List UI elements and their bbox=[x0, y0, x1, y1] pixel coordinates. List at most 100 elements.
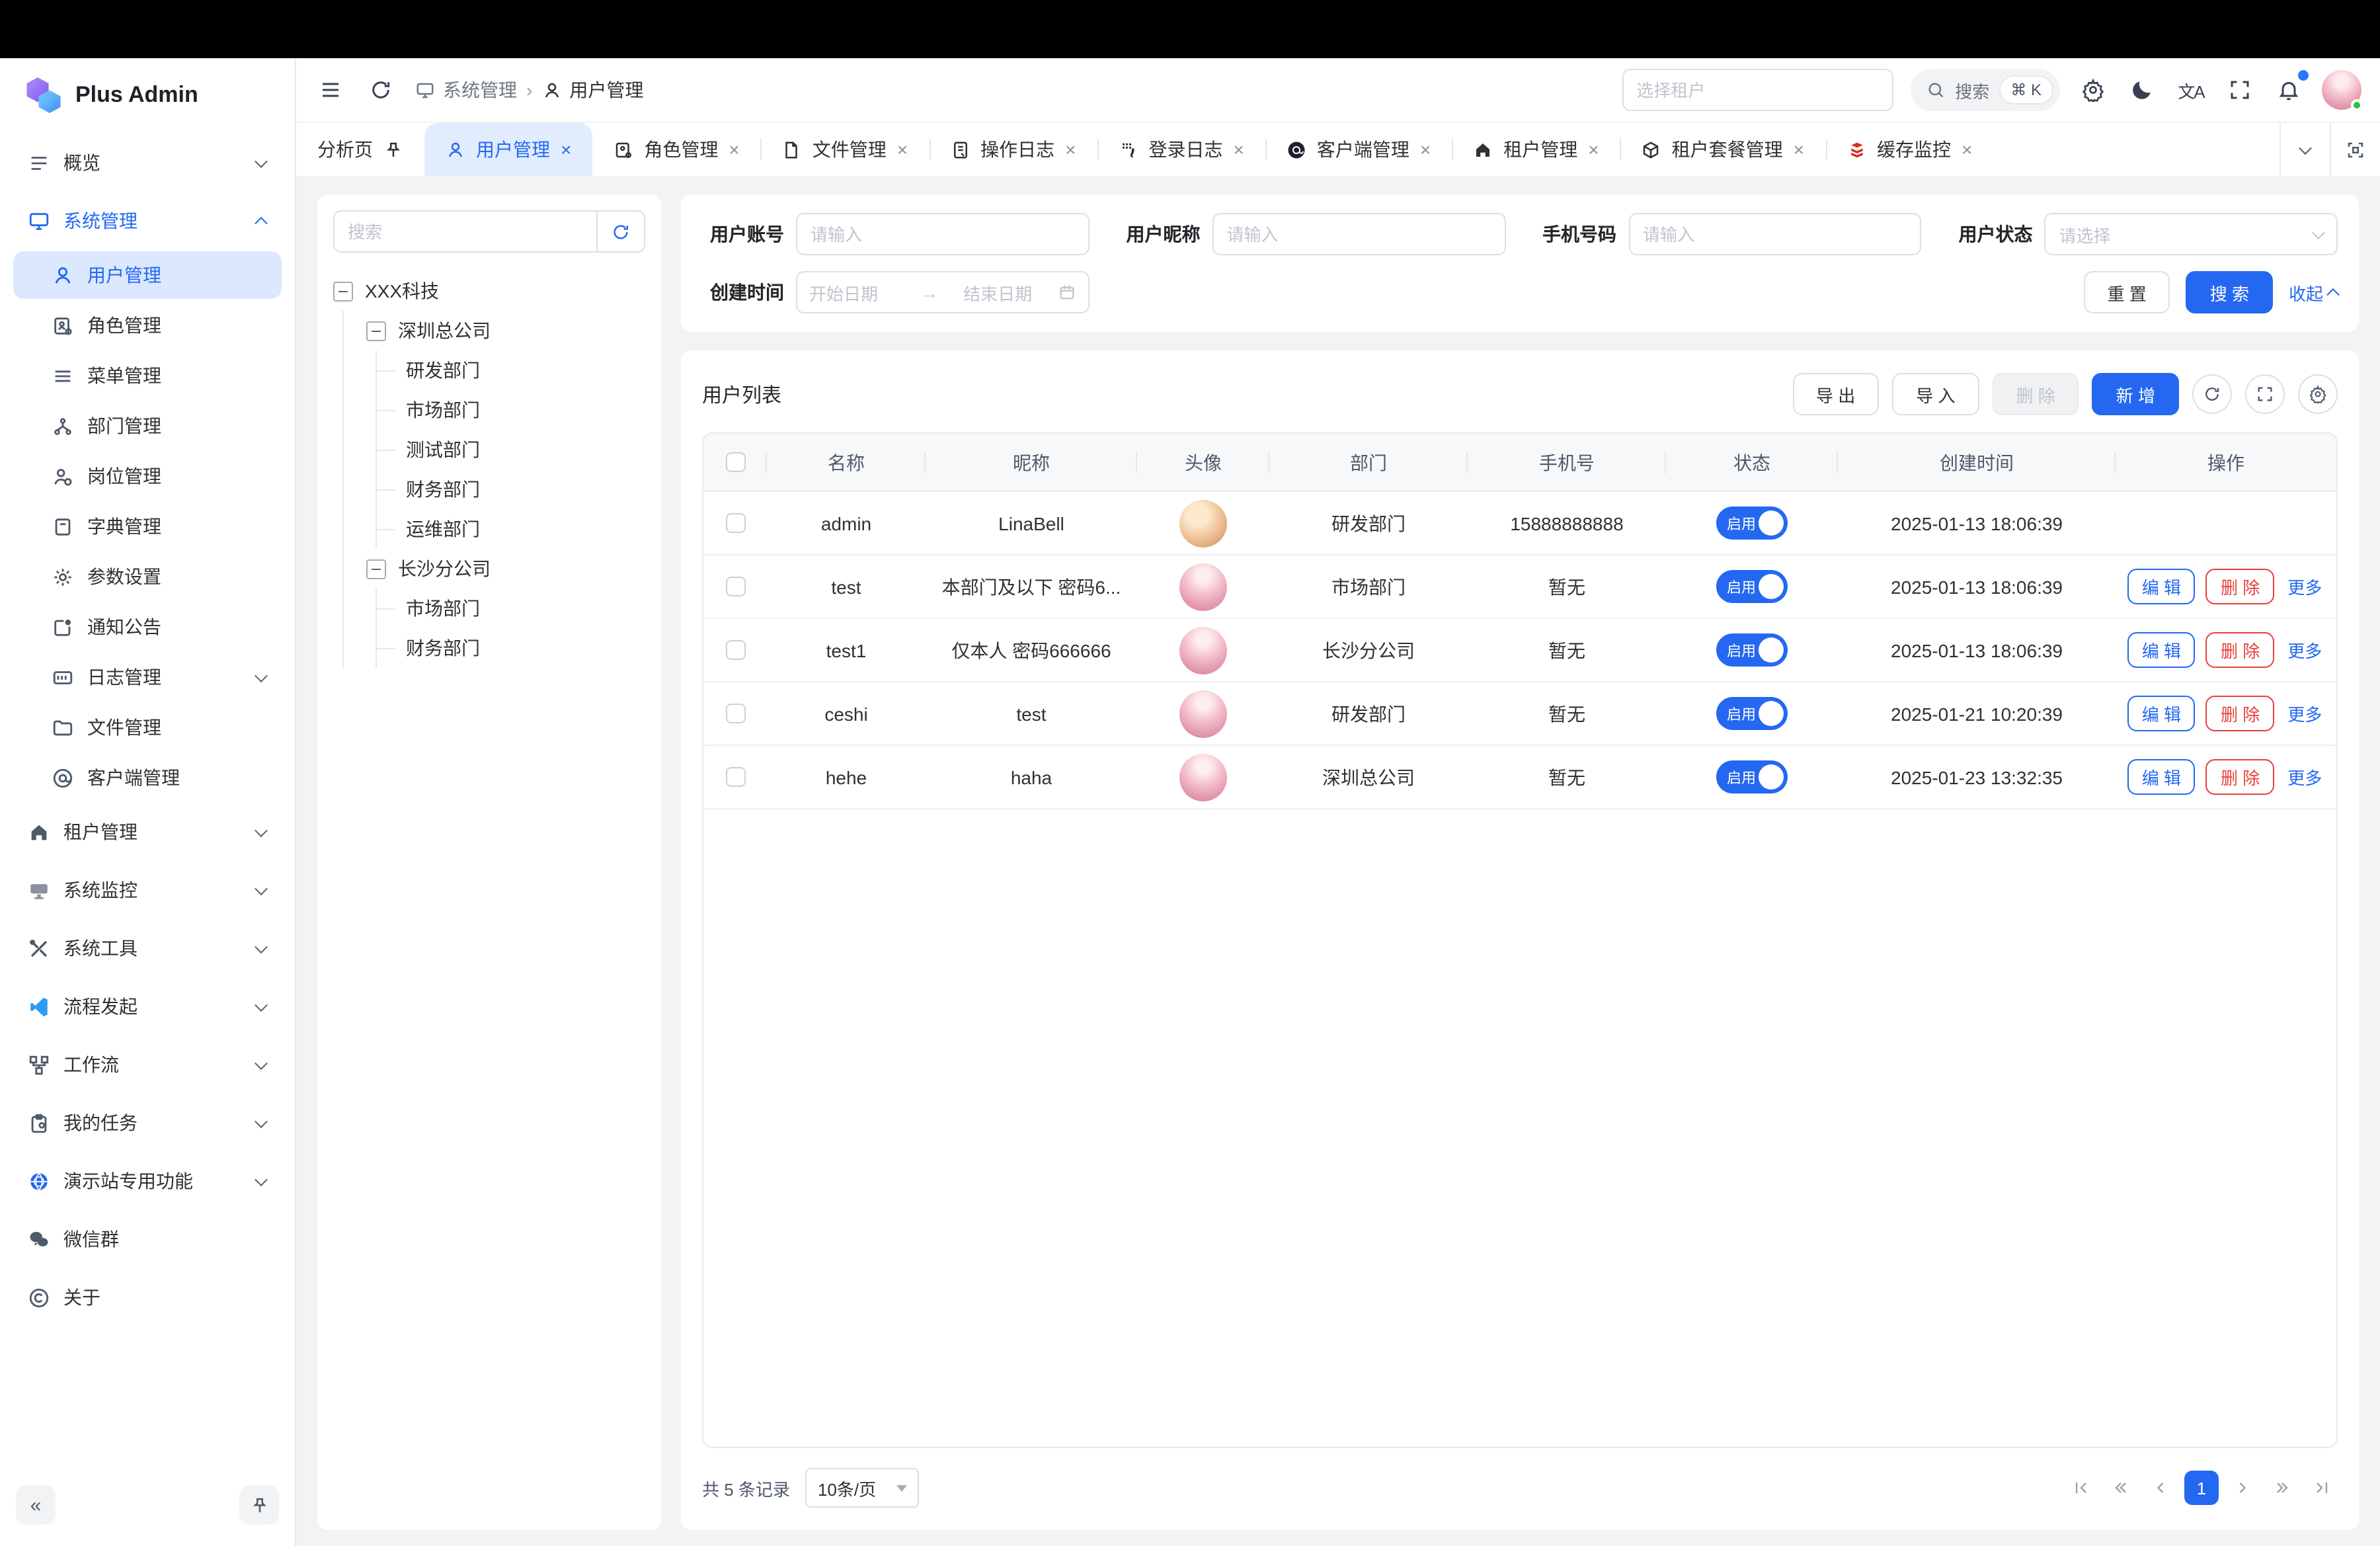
export-button[interactable]: 导 出 bbox=[1792, 373, 1879, 415]
status-toggle[interactable]: 启用 bbox=[1716, 633, 1788, 667]
tree-search-input[interactable] bbox=[335, 222, 596, 241]
close-icon[interactable]: × bbox=[561, 140, 571, 159]
refresh-page-button[interactable] bbox=[365, 74, 397, 106]
tab-client-management[interactable]: 客户端管理 × bbox=[1265, 123, 1452, 176]
settings-button[interactable] bbox=[2077, 74, 2109, 106]
reset-button[interactable]: 重 置 bbox=[2083, 271, 2170, 313]
tree-node-leaf[interactable]: 财务部门 bbox=[377, 469, 645, 509]
tree-refresh-button[interactable] bbox=[596, 212, 644, 251]
sidebar-item-about[interactable]: 关于 bbox=[13, 1270, 282, 1325]
more-button[interactable]: 更多 bbox=[2285, 759, 2324, 795]
status-toggle[interactable]: 启用 bbox=[1716, 507, 1788, 540]
global-search-button[interactable]: 搜索 ⌘ K bbox=[1910, 69, 2060, 111]
edit-button[interactable]: 编 辑 bbox=[2127, 759, 2196, 795]
edit-button[interactable]: 编 辑 bbox=[2127, 569, 2196, 604]
delete-row-button[interactable]: 删 除 bbox=[2206, 569, 2274, 604]
sidebar-item-dict-management[interactable]: 字典管理 bbox=[13, 503, 282, 550]
delete-button[interactable]: 删 除 bbox=[1993, 373, 2079, 415]
breadcrumb-item-system[interactable]: 系统管理 bbox=[415, 77, 517, 103]
notifications-button[interactable] bbox=[2273, 74, 2305, 106]
fullscreen-button[interactable] bbox=[2224, 74, 2256, 106]
sidebar-item-post-management[interactable]: 岗位管理 bbox=[13, 452, 282, 500]
row-checkbox[interactable] bbox=[725, 640, 745, 660]
sidebar-pin-button[interactable] bbox=[239, 1485, 279, 1525]
close-icon[interactable]: × bbox=[897, 140, 908, 159]
prev-page-button[interactable] bbox=[2145, 1472, 2176, 1504]
collapse-box-icon[interactable] bbox=[366, 321, 386, 341]
close-icon[interactable]: × bbox=[1065, 140, 1076, 159]
tenant-select-input[interactable] bbox=[1622, 69, 1893, 111]
last-page-button[interactable] bbox=[2306, 1472, 2338, 1504]
tree-node-leaf[interactable]: 测试部门 bbox=[377, 430, 645, 469]
tab-operation-log[interactable]: 操作日志 × bbox=[929, 123, 1097, 176]
table-refresh-button[interactable] bbox=[2192, 374, 2232, 414]
app-logo[interactable]: Plus Admin bbox=[13, 58, 282, 132]
tree-node-leaf[interactable]: 财务部门 bbox=[377, 628, 645, 668]
account-input[interactable] bbox=[796, 213, 1090, 255]
sidebar-item-system-monitor[interactable]: 系统监控 bbox=[13, 862, 282, 918]
status-toggle[interactable]: 启用 bbox=[1716, 697, 1788, 730]
tab-file-management[interactable]: 文件管理 × bbox=[761, 123, 929, 176]
dark-mode-button[interactable] bbox=[2126, 74, 2158, 106]
sidebar-collapse-button[interactable]: « bbox=[16, 1485, 56, 1525]
pin-icon[interactable] bbox=[383, 140, 403, 159]
sidebar-item-my-tasks[interactable]: 我的任务 bbox=[13, 1095, 282, 1151]
next-group-button[interactable] bbox=[2266, 1472, 2298, 1504]
user-avatar-button[interactable] bbox=[2322, 70, 2361, 110]
edit-button[interactable]: 编 辑 bbox=[2127, 632, 2196, 668]
status-select[interactable]: 请选择 bbox=[2045, 213, 2338, 255]
close-icon[interactable]: × bbox=[729, 140, 739, 159]
tab-tenant-package[interactable]: 租户套餐管理 × bbox=[1620, 123, 1825, 176]
tab-tenant-management[interactable]: 租户管理 × bbox=[1452, 123, 1620, 176]
close-icon[interactable]: × bbox=[1588, 140, 1599, 159]
collapse-box-icon[interactable] bbox=[333, 281, 353, 301]
prev-group-button[interactable] bbox=[2105, 1472, 2137, 1504]
close-icon[interactable]: × bbox=[1794, 140, 1804, 159]
content-fullscreen-button[interactable] bbox=[2330, 123, 2380, 176]
delete-row-button[interactable]: 删 除 bbox=[2206, 632, 2274, 668]
sidebar-item-client-management[interactable]: 客户端管理 bbox=[13, 754, 282, 801]
page-size-select[interactable]: 10条/页 bbox=[806, 1468, 920, 1508]
import-button[interactable]: 导 入 bbox=[1892, 373, 1979, 415]
status-toggle[interactable]: 启用 bbox=[1716, 570, 1788, 603]
sidebar-item-user-management[interactable]: 用户管理 bbox=[13, 251, 282, 299]
sidebar-item-process-start[interactable]: 流程发起 bbox=[13, 979, 282, 1034]
sidebar-item-file-management[interactable]: 文件管理 bbox=[13, 704, 282, 751]
row-checkbox[interactable] bbox=[725, 513, 745, 533]
tree-node-leaf[interactable]: 研发部门 bbox=[377, 350, 645, 390]
tab-list-dropdown-button[interactable] bbox=[2280, 123, 2330, 176]
close-icon[interactable]: × bbox=[1962, 140, 1972, 159]
more-button[interactable]: 更多 bbox=[2285, 632, 2324, 668]
sidebar-item-demo-features[interactable]: 演示站专用功能 bbox=[13, 1153, 282, 1209]
row-checkbox[interactable] bbox=[725, 704, 745, 723]
tab-role-management[interactable]: 角色管理 × bbox=[592, 123, 760, 176]
tab-cache-monitor[interactable]: 缓存监控 × bbox=[1825, 123, 1993, 176]
collapse-box-icon[interactable] bbox=[366, 559, 386, 579]
close-icon[interactable]: × bbox=[1420, 140, 1431, 159]
sidebar-item-wechat-group[interactable]: 微信群 bbox=[13, 1211, 282, 1267]
edit-button[interactable]: 编 辑 bbox=[2127, 696, 2196, 731]
tab-user-management[interactable]: 用户管理 × bbox=[424, 123, 592, 176]
tree-node-branch[interactable]: 深圳总公司 bbox=[366, 311, 645, 350]
more-button[interactable]: 更多 bbox=[2285, 569, 2324, 604]
sidebar-item-system-tools[interactable]: 系统工具 bbox=[13, 920, 282, 976]
current-page-button[interactable]: 1 bbox=[2184, 1471, 2219, 1505]
table-settings-button[interactable] bbox=[2298, 374, 2338, 414]
first-page-button[interactable] bbox=[2065, 1472, 2097, 1504]
collapse-filter-link[interactable]: 收起 bbox=[2289, 280, 2338, 305]
tree-node-root[interactable]: XXX科技 bbox=[333, 271, 645, 311]
nickname-input[interactable] bbox=[1212, 213, 1506, 255]
next-page-button[interactable] bbox=[2227, 1472, 2258, 1504]
delete-row-button[interactable]: 删 除 bbox=[2206, 759, 2274, 795]
tab-login-log[interactable]: 登录日志 × bbox=[1097, 123, 1265, 176]
delete-row-button[interactable]: 删 除 bbox=[2206, 696, 2274, 731]
tree-node-leaf[interactable]: 市场部门 bbox=[377, 589, 645, 628]
sidebar-item-overview[interactable]: 概览 bbox=[13, 135, 282, 190]
sidebar-item-role-management[interactable]: 角色管理 bbox=[13, 302, 282, 349]
sidebar-item-menu-management[interactable]: 菜单管理 bbox=[13, 352, 282, 399]
sidebar-item-notice[interactable]: 通知公告 bbox=[13, 603, 282, 651]
sidebar-item-param-settings[interactable]: 参数设置 bbox=[13, 553, 282, 600]
search-button[interactable]: 搜 索 bbox=[2186, 271, 2273, 313]
sidebar-item-system-management[interactable]: 系统管理 bbox=[13, 193, 282, 249]
more-button[interactable]: 更多 bbox=[2285, 696, 2324, 731]
